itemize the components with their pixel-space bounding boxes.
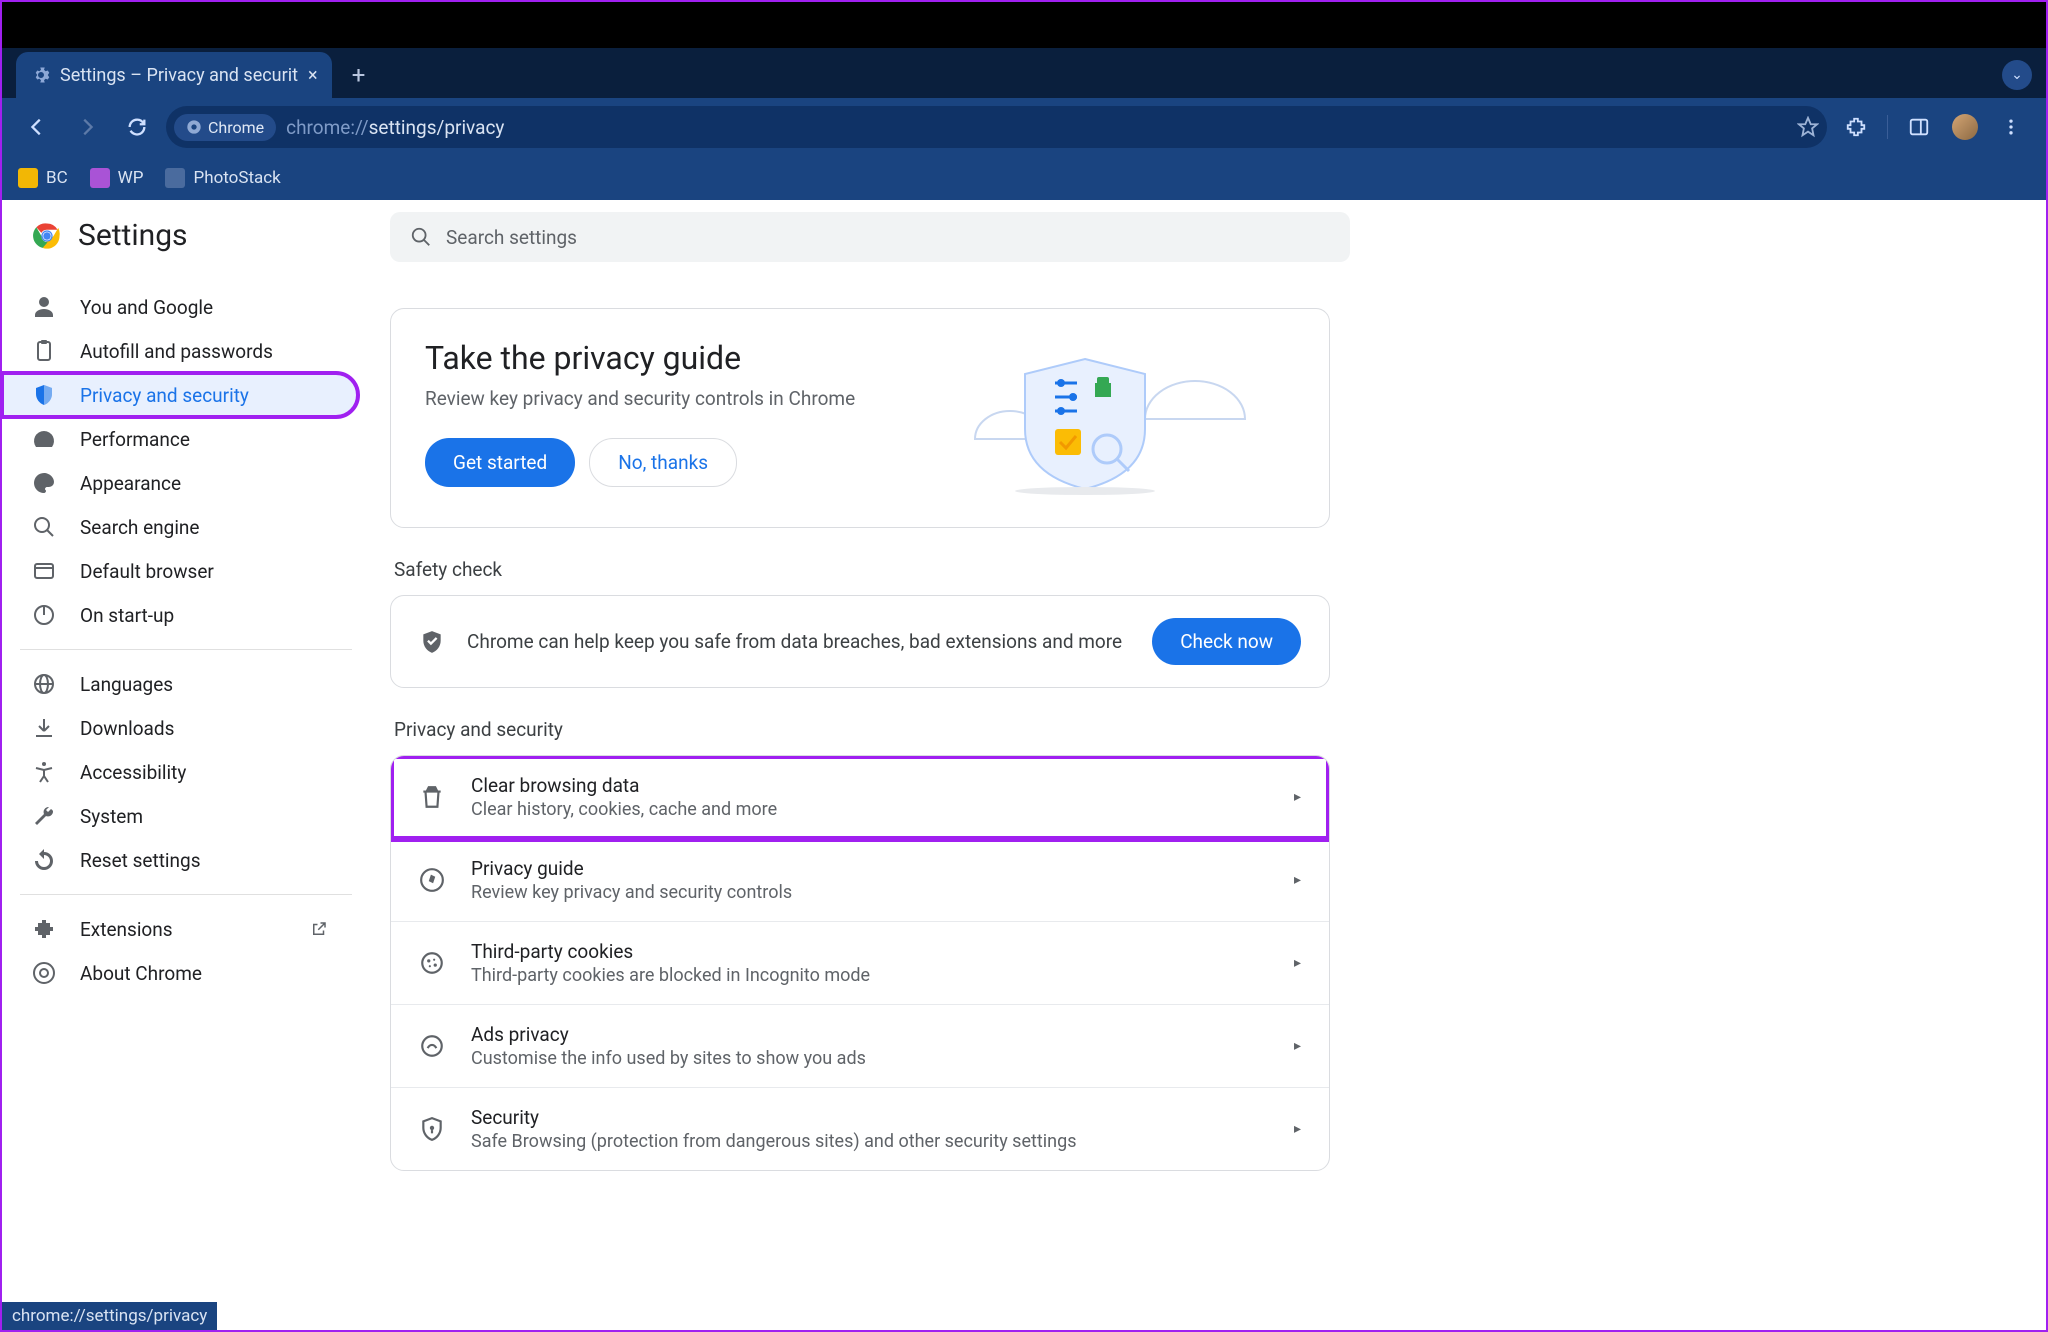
sidebar-item-autofill-and-passwords[interactable]: Autofill and passwords: [2, 329, 358, 373]
tab-strip: Settings – Privacy and securit × + ⌄: [2, 48, 2046, 98]
tabs-dropdown-button[interactable]: ⌄: [2002, 60, 2032, 90]
sidebar-header: Settings: [2, 218, 382, 267]
sidebar-item-system[interactable]: System: [2, 794, 358, 838]
privacy-guide-title: Take the privacy guide: [425, 339, 937, 377]
status-bar: chrome://settings/privacy: [2, 1302, 217, 1330]
palette-icon: [32, 471, 56, 495]
window-titlebar: [2, 2, 2046, 48]
sidebar-item-languages[interactable]: Languages: [2, 662, 358, 706]
download-icon: [32, 716, 56, 740]
search-icon: [410, 226, 432, 248]
row-security[interactable]: SecuritySafe Browsing (protection from d…: [391, 1088, 1329, 1170]
bookmark-bc[interactable]: BC: [18, 168, 68, 188]
extension-icon: [32, 917, 56, 941]
restore-icon: [32, 848, 56, 872]
privacy-section-label: Privacy and security: [390, 718, 1374, 741]
check-now-button[interactable]: Check now: [1152, 618, 1301, 665]
browser-tab-settings[interactable]: Settings – Privacy and securit ×: [16, 52, 332, 98]
sidebar-item-search-engine[interactable]: Search engine: [2, 505, 358, 549]
accessibility-icon: [32, 760, 56, 784]
chrome-logo-icon: [32, 221, 62, 251]
compass-icon: [419, 867, 445, 893]
safety-check-text: Chrome can help keep you safe from data …: [467, 630, 1130, 653]
back-button[interactable]: [16, 106, 58, 148]
trash-icon: [419, 784, 445, 810]
extensions-button[interactable]: [1835, 106, 1877, 148]
bookmark-icon: [90, 168, 110, 188]
close-tab-icon[interactable]: ×: [308, 65, 318, 86]
chevron-right-icon: ▸: [1294, 789, 1301, 805]
forward-button[interactable]: [66, 106, 108, 148]
chevron-right-icon: ▸: [1294, 872, 1301, 888]
speed-icon: [32, 427, 56, 451]
sidebar-item-reset-settings[interactable]: Reset settings: [2, 838, 358, 882]
sidebar-item-performance[interactable]: Performance: [2, 417, 358, 461]
toolbar: Chrome chrome://settings/privacy: [2, 98, 2046, 156]
security-icon: [419, 1116, 445, 1142]
get-started-button[interactable]: Get started: [425, 438, 575, 487]
bookmark-star-icon[interactable]: [1797, 116, 1819, 138]
search-icon: [32, 515, 56, 539]
safety-check-label: Safety check: [390, 558, 1374, 581]
sidebar-item-default-browser[interactable]: Default browser: [2, 549, 358, 593]
bookmark-wp[interactable]: WP: [90, 168, 144, 188]
menu-button[interactable]: [1990, 106, 2032, 148]
chrome-icon: [32, 961, 56, 985]
search-placeholder: Search settings: [446, 226, 577, 249]
cookie-icon: [419, 950, 445, 976]
bookmark-photostack[interactable]: PhotoStack: [165, 168, 280, 188]
reload-button[interactable]: [116, 106, 158, 148]
person-icon: [32, 295, 56, 319]
chevron-right-icon: ▸: [1294, 1121, 1301, 1137]
sidebar-item-on-start-up[interactable]: On start-up: [2, 593, 358, 637]
avatar-icon: [1952, 114, 1978, 140]
sidebar-item-extensions[interactable]: Extensions: [2, 907, 358, 951]
row-ads-privacy[interactable]: Ads privacyCustomise the info used by si…: [391, 1005, 1329, 1088]
profile-button[interactable]: [1944, 106, 1986, 148]
clipboard-icon: [32, 339, 56, 363]
chevron-right-icon: ▸: [1294, 955, 1301, 971]
chrome-chip: Chrome: [174, 114, 276, 141]
privacy-guide-card: Take the privacy guide Review key privac…: [390, 308, 1330, 528]
tab-title: Settings – Privacy and securit: [60, 65, 298, 86]
settings-main: Search settings Take the privacy guide R…: [382, 200, 1382, 1330]
ads-icon: [419, 1033, 445, 1059]
power-icon: [32, 603, 56, 627]
page-title: Settings: [78, 218, 188, 253]
row-privacy-guide[interactable]: Privacy guideReview key privacy and secu…: [391, 839, 1329, 922]
shield-check-icon: [419, 629, 445, 655]
sidebar-item-downloads[interactable]: Downloads: [2, 706, 358, 750]
search-input[interactable]: Search settings: [390, 212, 1350, 262]
privacy-guide-illustration: [955, 339, 1295, 499]
bookmark-icon: [165, 168, 185, 188]
wrench-icon: [32, 804, 56, 828]
row-third-party-cookies[interactable]: Third-party cookiesThird-party cookies a…: [391, 922, 1329, 1005]
gear-icon: [32, 66, 50, 84]
sidebar-item-privacy-and-security[interactable]: Privacy and security: [2, 373, 358, 417]
content-area: Settings You and GoogleAutofill and pass…: [2, 200, 2046, 1330]
no-thanks-button[interactable]: No, thanks: [589, 438, 737, 487]
chevron-right-icon: ▸: [1294, 1038, 1301, 1054]
shield-icon: [32, 383, 56, 407]
sidebar-item-appearance[interactable]: Appearance: [2, 461, 358, 505]
sidebar-item-about-chrome[interactable]: About Chrome: [2, 951, 358, 995]
external-link-icon: [310, 920, 328, 938]
settings-sidebar: Settings You and GoogleAutofill and pass…: [2, 200, 382, 1330]
globe-icon: [32, 672, 56, 696]
url-text: chrome://settings/privacy: [286, 116, 504, 139]
sidebar-item-you-and-google[interactable]: You and Google: [2, 285, 358, 329]
address-bar[interactable]: Chrome chrome://settings/privacy: [166, 106, 1827, 148]
sidebar-item-accessibility[interactable]: Accessibility: [2, 750, 358, 794]
bookmarks-bar: BC WP PhotoStack: [2, 156, 2046, 200]
bookmark-icon: [18, 168, 38, 188]
window-icon: [32, 559, 56, 583]
safety-check-card: Chrome can help keep you safe from data …: [390, 595, 1330, 688]
row-clear-browsing-data[interactable]: Clear browsing dataClear history, cookie…: [391, 756, 1329, 839]
privacy-guide-subtitle: Review key privacy and security controls…: [425, 387, 937, 410]
new-tab-button[interactable]: +: [340, 56, 378, 94]
chrome-icon: [186, 119, 202, 135]
privacy-list: Clear browsing dataClear history, cookie…: [390, 755, 1330, 1171]
sidepanel-button[interactable]: [1898, 106, 1940, 148]
